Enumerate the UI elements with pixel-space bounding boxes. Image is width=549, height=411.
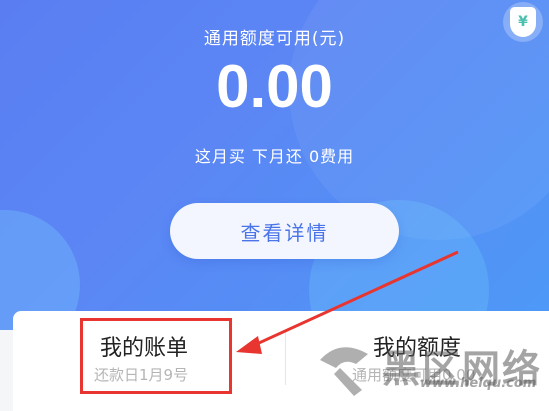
watermark-url: www.heiqu.com: [420, 376, 537, 391]
arrow-head: [236, 336, 262, 354]
